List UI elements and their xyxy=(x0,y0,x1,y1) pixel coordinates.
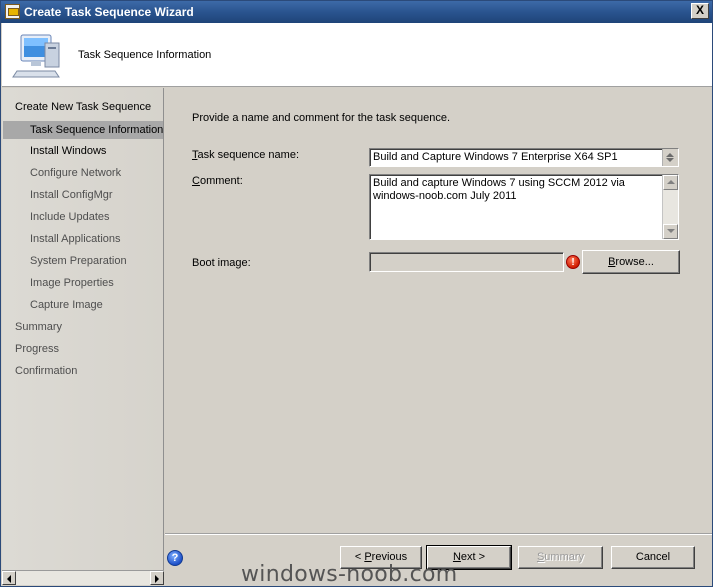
footer-divider xyxy=(165,533,712,535)
cancel-button[interactable]: Cancel xyxy=(611,546,695,569)
summary-button: Summary xyxy=(518,546,603,569)
browse-button[interactable]: Browse... xyxy=(582,250,680,274)
error-icon: ! xyxy=(566,255,580,269)
comment-value: Build and capture Windows 7 using SCCM 2… xyxy=(373,177,625,202)
name-spin-control[interactable] xyxy=(662,149,678,166)
nav-step-confirmation: Confirmation xyxy=(15,365,78,377)
nav-step-include-updates: Include Updates xyxy=(30,211,110,223)
wizard-app-icon xyxy=(5,4,20,19)
computer-icon xyxy=(12,34,60,78)
nav-step-capture-image: Capture Image xyxy=(30,299,103,311)
nav-step-create-new-task-sequence: Create New Task Sequence xyxy=(15,101,152,113)
nav-step-summary: Summary xyxy=(15,321,63,333)
watermark-text: windows-noob.com xyxy=(241,562,458,587)
nav-step-configure-network: Configure Network xyxy=(30,167,122,179)
instructions-text: Provide a name and comment for the task … xyxy=(192,112,451,124)
task-sequence-name-label: Task sequence name: xyxy=(192,149,300,161)
wizard-header: Task Sequence Information xyxy=(2,23,712,87)
wizard-content: Provide a name and comment for the task … xyxy=(165,88,712,533)
page-title: Task Sequence Information xyxy=(78,49,212,61)
nav-step-task-sequence-information: Task Sequence Information xyxy=(3,121,163,139)
help-icon[interactable]: ? xyxy=(167,550,183,566)
task-sequence-name-value: Build and Capture Windows 7 Enterprise X… xyxy=(373,151,618,163)
nav-step-install-applications: Install Applications xyxy=(30,233,121,245)
nav-step-system-preparation: System Preparation xyxy=(30,255,127,267)
nav-step-install-windows: Install Windows xyxy=(30,145,107,157)
comment-scrollbar[interactable] xyxy=(662,175,678,239)
nav-step-image-properties: Image Properties xyxy=(30,277,114,289)
scroll-right-arrow-icon[interactable] xyxy=(150,571,164,585)
wizard-steps-nav: Create New Task Sequence Task Sequence I… xyxy=(2,88,164,570)
nav-step-progress: Progress xyxy=(15,343,60,355)
nav-horizontal-scrollbar[interactable] xyxy=(2,570,164,585)
title-bar[interactable]: Create Task Sequence Wizard X xyxy=(1,1,712,23)
nav-step-install-configmgr: Install ConfigMgr xyxy=(30,189,113,201)
scroll-left-arrow-icon[interactable] xyxy=(2,571,16,585)
close-button[interactable]: X xyxy=(691,3,709,19)
wizard-window: Create Task Sequence Wizard X Task Seque… xyxy=(0,0,713,587)
comment-textarea[interactable]: Build and capture Windows 7 using SCCM 2… xyxy=(369,174,679,240)
comment-label: Comment: xyxy=(192,175,243,187)
task-sequence-name-input[interactable]: Build and Capture Windows 7 Enterprise X… xyxy=(369,148,679,167)
boot-image-label: Boot image: xyxy=(192,257,251,269)
boot-image-field xyxy=(369,252,564,272)
window-title: Create Task Sequence Wizard xyxy=(24,5,194,19)
